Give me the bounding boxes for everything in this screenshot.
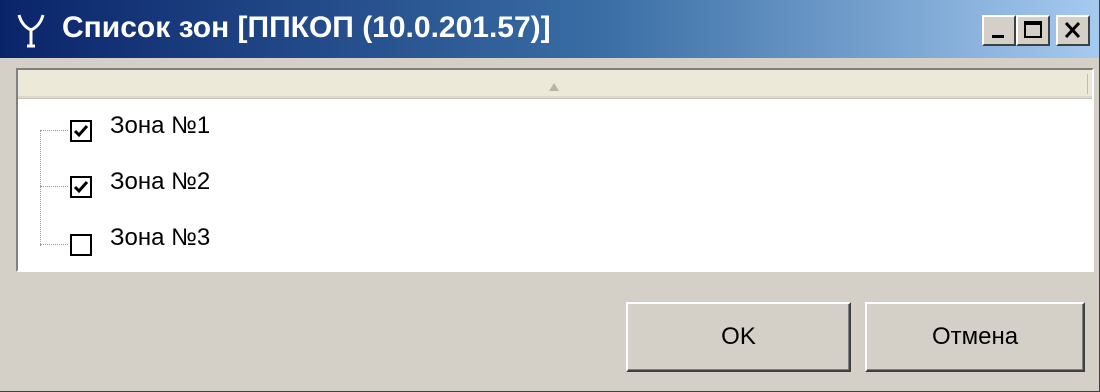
list-item[interactable]: Зона №3 (18, 224, 618, 264)
title-bar[interactable]: Список зон [ППКОП (10.0.201.57)] (0, 0, 1099, 58)
minimize-button[interactable] (982, 15, 1016, 46)
close-button[interactable] (1056, 15, 1090, 46)
list-item[interactable]: Зона №2 (18, 166, 618, 206)
close-icon (1064, 21, 1081, 39)
ok-button[interactable]: OK (626, 302, 851, 372)
checkmark-icon (73, 125, 89, 138)
zone-3-checkbox[interactable] (70, 234, 92, 256)
antenna-app-icon (14, 12, 48, 48)
maximize-button[interactable] (1016, 15, 1050, 46)
zone-tree-list[interactable]: Зона №1 Зона №2 Зона №3 (16, 68, 1094, 272)
minimize-icon (992, 35, 1004, 38)
zone-2-label: Зона №2 (110, 168, 211, 195)
zone-1-label: Зона №1 (110, 112, 211, 139)
column-header[interactable] (18, 70, 1092, 99)
maximize-icon (1024, 21, 1042, 38)
zone-3-label: Зона №3 (110, 224, 211, 251)
header-separator (1087, 74, 1088, 94)
zone-1-checkbox[interactable] (70, 120, 92, 142)
list-item[interactable]: Зона №1 (18, 110, 618, 150)
zone-list-window: Список зон [ППКОП (10.0.201.57)] Зона №1… (0, 0, 1100, 392)
zone-2-checkbox[interactable] (70, 176, 92, 198)
checkmark-icon (73, 181, 89, 194)
window-title: Список зон [ППКОП (10.0.201.57)] (62, 11, 551, 44)
cancel-button[interactable]: Отмена (865, 302, 1085, 372)
sort-ascending-icon (548, 79, 560, 97)
